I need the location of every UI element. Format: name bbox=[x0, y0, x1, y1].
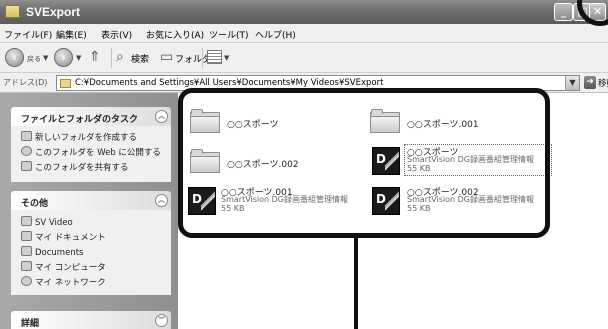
back-dropdown-icon[interactable]: ▼ bbox=[43, 54, 48, 62]
address-label: アドレス(D) bbox=[3, 78, 48, 87]
callout-line bbox=[354, 238, 358, 329]
task-share-folder[interactable]: このフォルダを共有する bbox=[21, 161, 129, 173]
back-label[interactable]: 戻る bbox=[27, 54, 41, 64]
place-label[interactable]: マイ ドキュメント bbox=[35, 233, 106, 243]
forward-dropdown-icon[interactable]: ▼ bbox=[76, 54, 81, 62]
place-my-network[interactable]: マイ ネットワーク bbox=[21, 276, 106, 288]
menu-file[interactable]: ファイル(F) bbox=[4, 28, 52, 41]
chevron-down-icon[interactable]: ▼ bbox=[565, 76, 579, 90]
menu-tools[interactable]: ツール(T) bbox=[209, 28, 249, 41]
panel-title: ファイルとフォルダのタスク bbox=[21, 115, 139, 125]
menu-view[interactable]: 表示(V) bbox=[101, 28, 132, 41]
menu-bar: ファイル(F) 編集(E) 表示(V) お気に入り(A) ツール(T) ヘルプ(… bbox=[0, 24, 608, 43]
folder-icon bbox=[5, 5, 20, 18]
panel-title: その他 bbox=[21, 199, 49, 209]
folder-icon bbox=[21, 216, 32, 226]
folder-icon bbox=[60, 79, 71, 88]
network-icon bbox=[21, 276, 32, 286]
panel-body-other-places: SV Video マイ ドキュメント Documents マイ コンピュータ マ… bbox=[11, 210, 171, 295]
title-bar: SVExport _ □ ✕ bbox=[0, 0, 608, 24]
computer-icon bbox=[21, 261, 32, 271]
toolbar-separator bbox=[202, 48, 203, 68]
minimize-button[interactable]: _ bbox=[554, 3, 573, 21]
panel-header-file-tasks[interactable]: ファイルとフォルダのタスク ︽ bbox=[11, 107, 171, 126]
task-label[interactable]: このフォルダを共有する bbox=[35, 163, 129, 173]
folders-button[interactable]: フォルダ bbox=[175, 52, 211, 65]
address-path[interactable]: C:¥Documents and Settings¥All Users¥Docu… bbox=[75, 78, 383, 88]
window-title: SVExport bbox=[26, 5, 81, 19]
toolbar: ‹ 戻る ▼ › ▼ ⇑ ⌕ 検索 ▭ フォルダ ▼ bbox=[0, 43, 608, 73]
views-icon[interactable] bbox=[207, 50, 222, 64]
place-label[interactable]: マイ コンピュータ bbox=[35, 263, 106, 273]
go-button[interactable]: 移動 bbox=[598, 77, 608, 89]
chevron-up-icon[interactable]: ︽ bbox=[155, 194, 168, 207]
explorer-window: SVExport _ □ ✕ ファイル(F) 編集(E) 表示(V) お気に入り… bbox=[0, 0, 608, 329]
task-publish-web[interactable]: このフォルダを Web に公開する bbox=[21, 146, 161, 158]
task-pane: ファイルとフォルダのタスク ︽ 新しいフォルダを作成する このフォルダを Web… bbox=[0, 93, 178, 329]
callout-frame bbox=[178, 88, 550, 238]
place-my-computer[interactable]: マイ コンピュータ bbox=[21, 261, 106, 273]
menu-favorites[interactable]: お気に入り(A) bbox=[146, 28, 204, 41]
go-arrow-icon[interactable]: ➜ bbox=[584, 76, 596, 89]
views-dropdown-icon[interactable]: ▼ bbox=[224, 54, 229, 62]
globe-icon bbox=[21, 146, 32, 156]
place-label[interactable]: マイ ネットワーク bbox=[35, 278, 106, 288]
search-button[interactable]: 検索 bbox=[131, 52, 149, 65]
folder-icon bbox=[21, 246, 32, 256]
forward-icon[interactable]: › bbox=[54, 48, 73, 67]
place-label[interactable]: Documents bbox=[35, 248, 83, 258]
place-documents[interactable]: Documents bbox=[21, 246, 83, 258]
place-my-documents[interactable]: マイ ドキュメント bbox=[21, 231, 106, 243]
back-icon[interactable]: ‹ bbox=[5, 48, 24, 67]
toolbar-separator bbox=[111, 48, 112, 68]
panel-header-other-places[interactable]: その他 ︽ bbox=[11, 191, 171, 210]
task-label[interactable]: 新しいフォルダを作成する bbox=[35, 133, 137, 143]
new-folder-icon bbox=[21, 131, 32, 141]
search-icon[interactable]: ⌕ bbox=[116, 49, 124, 65]
task-label[interactable]: このフォルダを Web に公開する bbox=[35, 148, 161, 158]
place-label[interactable]: SV Video bbox=[35, 218, 73, 228]
share-folder-icon bbox=[21, 161, 32, 171]
chevron-down-icon[interactable]: ︾ bbox=[155, 314, 168, 327]
task-new-folder[interactable]: 新しいフォルダを作成する bbox=[21, 131, 137, 143]
place-sv-video[interactable]: SV Video bbox=[21, 216, 73, 228]
folder-icon bbox=[21, 231, 32, 241]
folders-icon[interactable]: ▭ bbox=[160, 49, 173, 65]
up-folder-icon[interactable]: ⇑ bbox=[89, 49, 101, 65]
panel-header-details[interactable]: 詳細 ︾ bbox=[11, 311, 171, 329]
chevron-up-icon[interactable]: ︽ bbox=[155, 110, 168, 123]
panel-body-file-tasks: 新しいフォルダを作成する このフォルダを Web に公開する このフォルダを共有… bbox=[11, 126, 171, 182]
menu-help[interactable]: ヘルプ(H) bbox=[255, 28, 296, 41]
panel-title: 詳細 bbox=[21, 319, 40, 329]
menu-edit[interactable]: 編集(E) bbox=[56, 28, 87, 41]
